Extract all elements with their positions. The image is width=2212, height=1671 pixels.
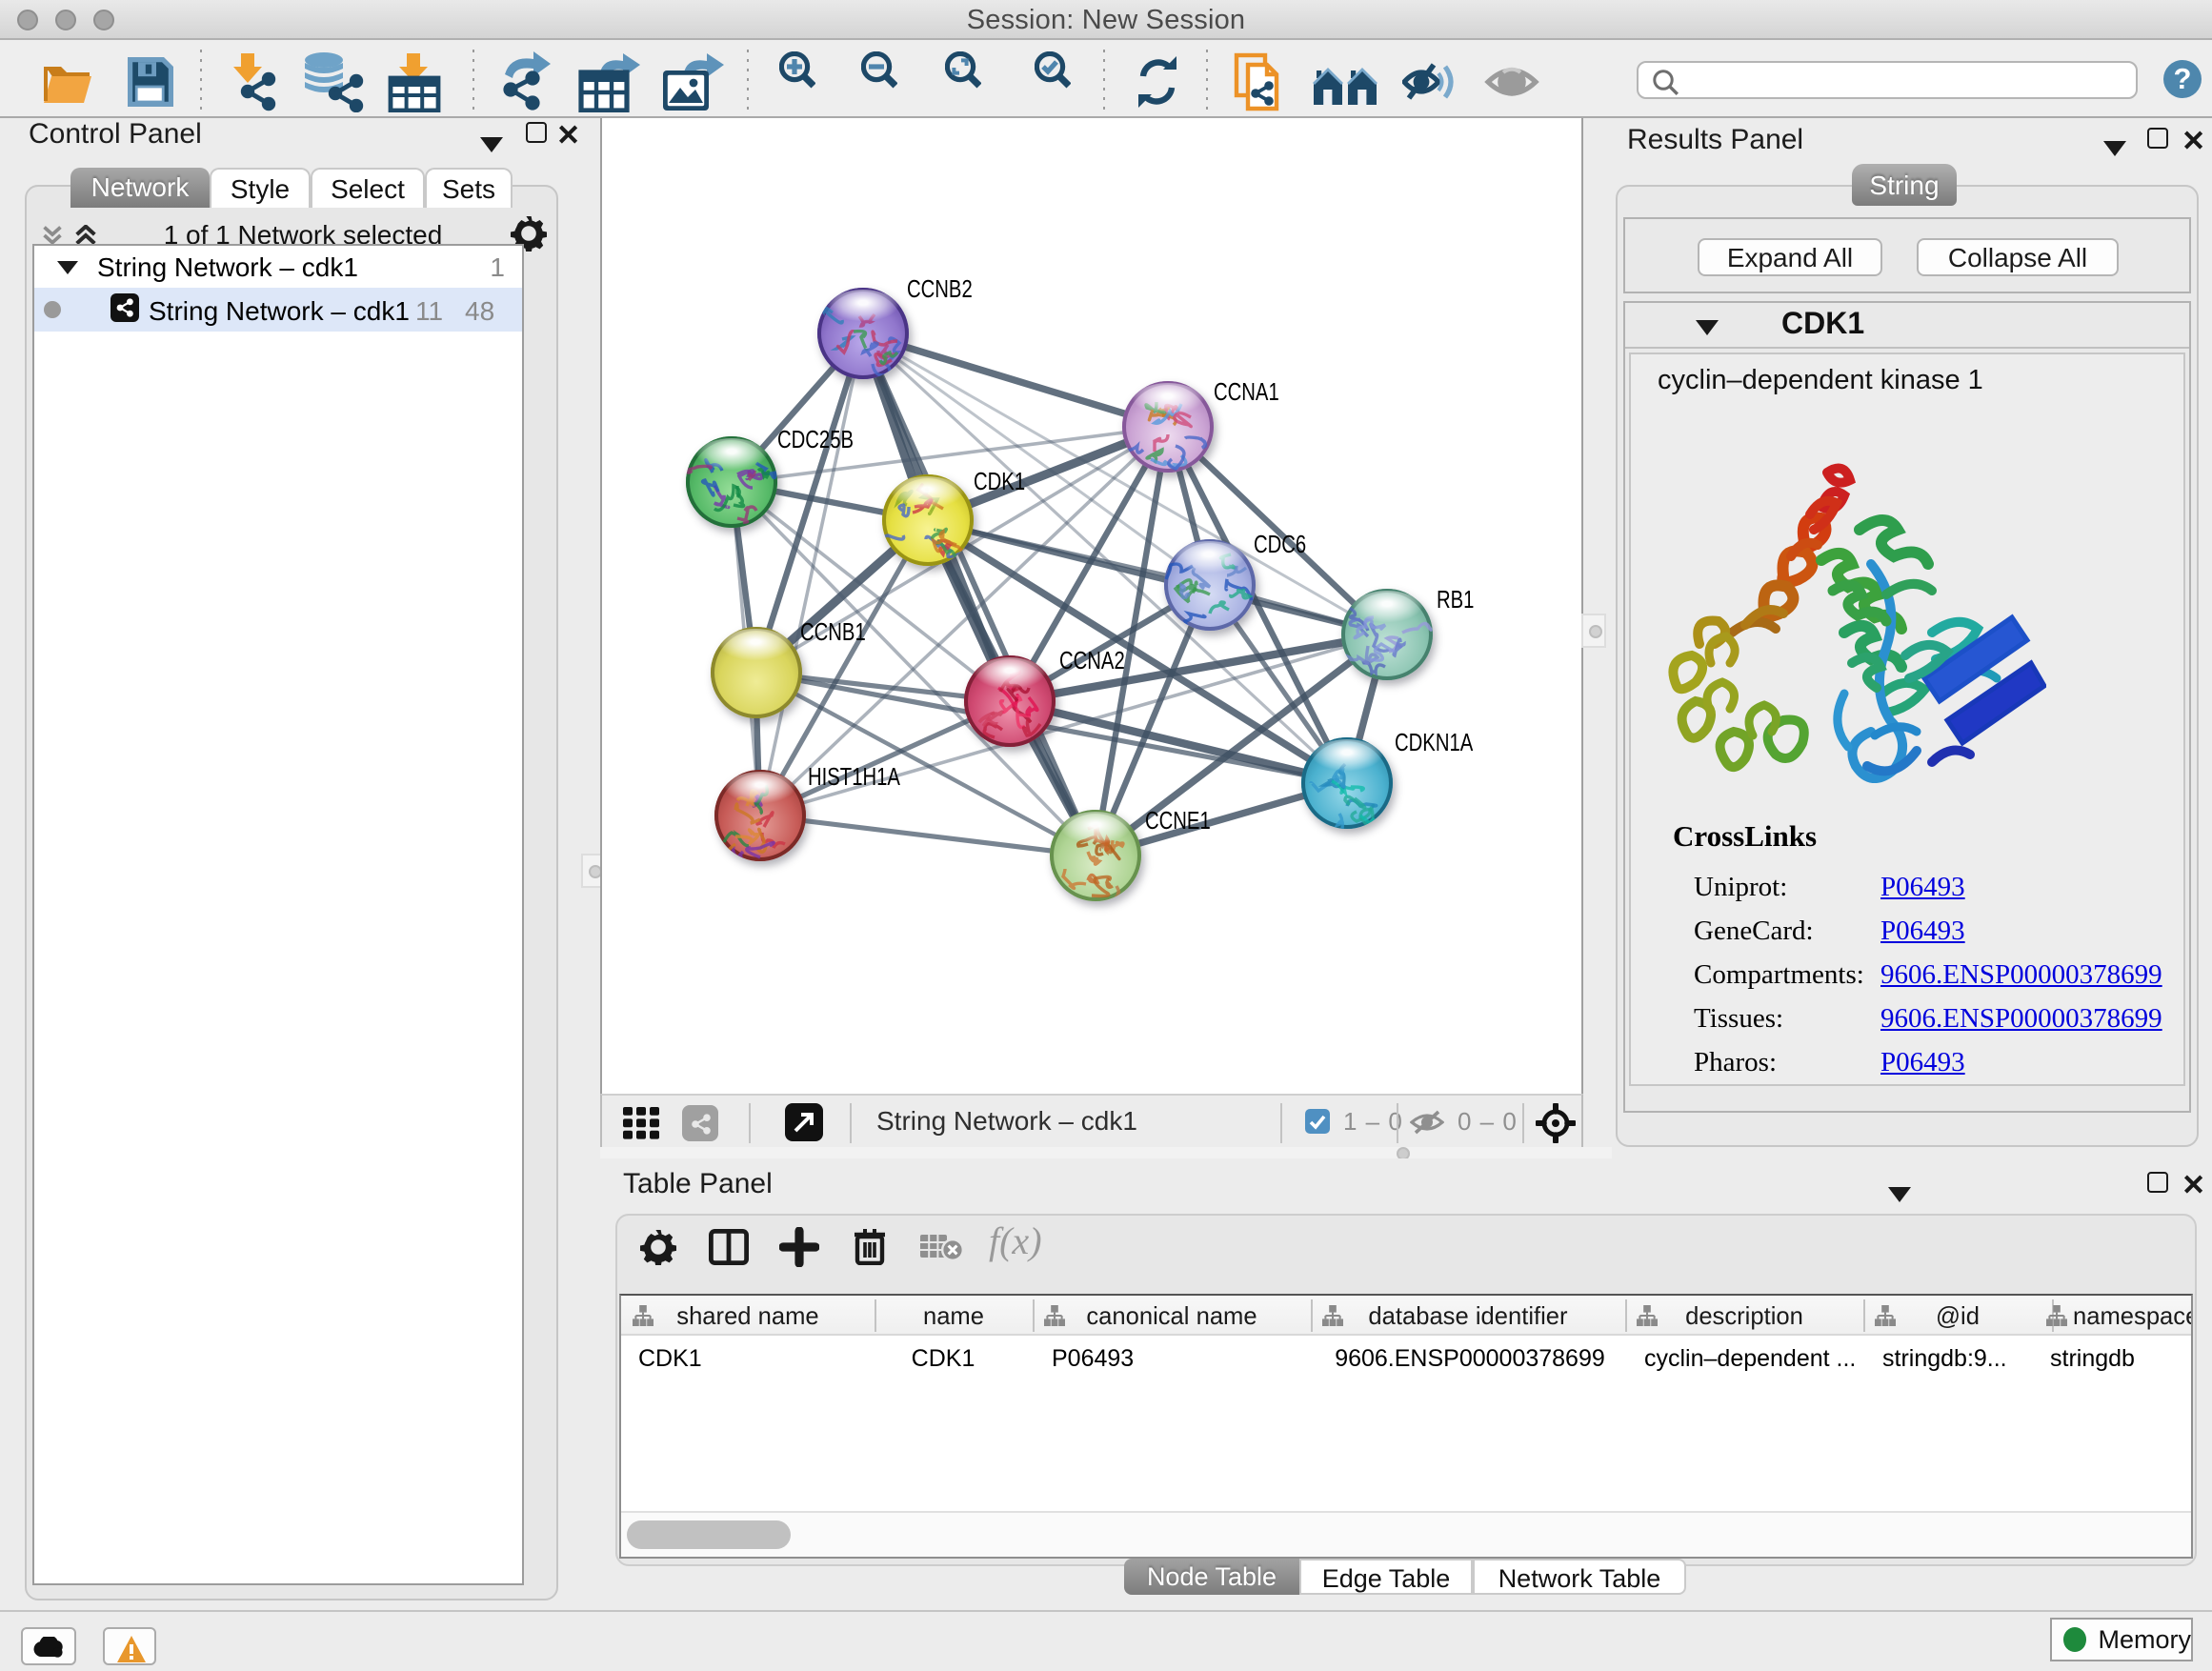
svg-text:?: ? <box>2174 62 2192 95</box>
